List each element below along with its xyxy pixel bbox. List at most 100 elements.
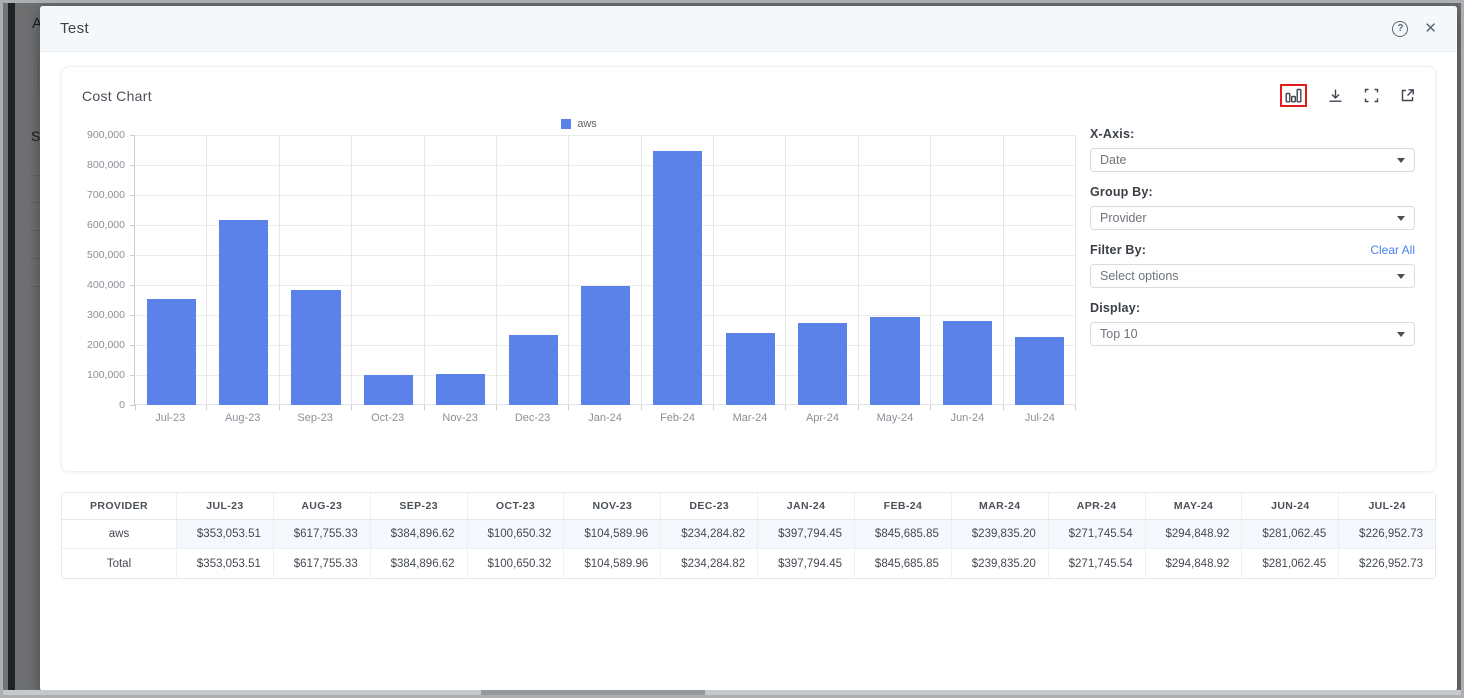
cost-value-cell: $234,284.82 <box>661 549 758 578</box>
fullscreen-icon <box>1364 88 1379 103</box>
table-column-header: JUL-23 <box>177 493 274 520</box>
help-icon: ? <box>1392 21 1408 37</box>
cost-value-cell: $281,062.45 <box>1242 520 1339 549</box>
x-tick-mark <box>713 405 714 410</box>
horizontal-scrollbar-thumb[interactable] <box>481 690 705 695</box>
bar-slot <box>497 135 569 405</box>
x-tick-label: Sep-23 <box>279 412 351 424</box>
cost-value-cell: $353,053.51 <box>177 520 274 549</box>
provider-cell: Total <box>62 549 177 578</box>
dialog-header: Test ? ✕ <box>40 6 1457 52</box>
display-label: Display: <box>1090 301 1140 315</box>
chart-toolbar <box>1280 84 1415 107</box>
table-header-row: PROVIDERJUL-23AUG-23SEP-23OCT-23NOV-23DE… <box>62 493 1435 520</box>
table-row: aws$353,053.51$617,755.33$384,896.62$100… <box>62 520 1435 549</box>
x-tick-mark <box>351 405 352 410</box>
x-axis-label: X-Axis: <box>1090 127 1134 141</box>
bar-slot <box>931 135 1003 405</box>
y-tick-label: 200,000 <box>87 339 125 351</box>
bar-aug-23[interactable] <box>219 220 268 405</box>
bar-jan-24[interactable] <box>581 286 630 405</box>
bar-slot <box>207 135 279 405</box>
cost-chart-card: Cost Chart <box>61 66 1436 472</box>
bar-jun-24[interactable] <box>943 321 992 405</box>
cost-value-cell: $294,848.92 <box>1146 520 1243 549</box>
x-tick-label: Aug-23 <box>206 412 278 424</box>
x-tick-mark <box>135 405 136 410</box>
x-axis-labels: Jul-23Aug-23Sep-23Oct-23Nov-23Dec-23Jan-… <box>134 405 1076 424</box>
cost-value-cell: $234,284.82 <box>661 520 758 549</box>
bar-slot <box>859 135 931 405</box>
x-tick-mark <box>785 405 786 410</box>
bar-jul-24[interactable] <box>1015 337 1064 405</box>
bar-feb-24[interactable] <box>653 151 702 405</box>
cost-value-cell: $397,794.45 <box>758 549 855 578</box>
y-tick-label: 100,000 <box>87 369 125 381</box>
bar-nov-23[interactable] <box>436 374 485 405</box>
bar-slot <box>642 135 714 405</box>
y-axis-labels: 0100,000200,000300,000400,000500,000600,… <box>82 135 134 405</box>
clear-all-link[interactable]: Clear All <box>1370 243 1415 257</box>
x-tick-label: Jun-24 <box>931 412 1003 424</box>
table-column-header: JUN-24 <box>1242 493 1339 520</box>
bar-apr-24[interactable] <box>798 323 847 405</box>
x-tick-mark <box>1075 405 1076 410</box>
bar-slot <box>569 135 641 405</box>
display-select[interactable]: Top 10 <box>1090 322 1415 346</box>
chevron-down-icon <box>1397 158 1405 163</box>
chevron-down-icon <box>1397 332 1405 337</box>
x-tick-mark <box>641 405 642 410</box>
x-tick-label: Jan-24 <box>569 412 641 424</box>
open-external-button[interactable] <box>1400 88 1415 103</box>
bar-jul-23[interactable] <box>147 299 196 405</box>
bar-may-24[interactable] <box>870 317 919 405</box>
filter-by-label: Filter By: <box>1090 243 1146 257</box>
x-tick-label: Dec-23 <box>496 412 568 424</box>
x-axis-select[interactable]: Date <box>1090 148 1415 172</box>
bar-chart-type-button[interactable] <box>1285 88 1302 103</box>
dialog-body: Cost Chart <box>40 52 1457 691</box>
x-tick-label: Jul-24 <box>1004 412 1076 424</box>
bar-slot <box>280 135 352 405</box>
bar-chart-icon <box>1285 88 1302 103</box>
dialog-title: Test <box>60 20 89 37</box>
cost-value-cell: $271,745.54 <box>1049 520 1146 549</box>
bar-slot <box>352 135 424 405</box>
cost-value-cell: $271,745.54 <box>1049 549 1146 578</box>
cost-value-cell: $226,952.73 <box>1339 549 1435 578</box>
cost-value-cell: $353,053.51 <box>177 549 274 578</box>
y-tick-label: 700,000 <box>87 189 125 201</box>
table-body: aws$353,053.51$617,755.33$384,896.62$100… <box>62 520 1435 578</box>
bar-oct-23[interactable] <box>364 375 413 405</box>
chart-card-header: Cost Chart <box>82 84 1415 107</box>
close-button[interactable]: ✕ <box>1424 21 1437 36</box>
bar-chart: aws 0100,000200,000300,000400,000500,000… <box>82 113 1090 424</box>
bar-slot <box>1004 135 1076 405</box>
bar-slot <box>425 135 497 405</box>
bar-slot <box>135 135 207 405</box>
download-button[interactable] <box>1328 88 1343 103</box>
fullscreen-button[interactable] <box>1364 88 1379 103</box>
chart-type-highlight-box <box>1280 84 1307 107</box>
cost-value-cell: $845,685.85 <box>855 520 952 549</box>
y-tick-label: 400,000 <box>87 279 125 291</box>
y-tick-label: 0 <box>119 399 125 411</box>
filter-by-select[interactable]: Select options <box>1090 264 1415 288</box>
bar-mar-24[interactable] <box>726 333 775 405</box>
cost-value-cell: $617,755.33 <box>274 520 371 549</box>
provider-cell: aws <box>62 520 177 549</box>
help-button[interactable]: ? <box>1392 21 1408 37</box>
bar-slot <box>786 135 858 405</box>
bar-dec-23[interactable] <box>509 335 558 405</box>
table-column-header: FEB-24 <box>855 493 952 520</box>
horizontal-scrollbar-track[interactable] <box>3 690 1461 695</box>
x-tick-label: Oct-23 <box>351 412 423 424</box>
chart-controls-panel: X-Axis: Date Group By: <box>1090 113 1415 424</box>
x-tick-label: Mar-24 <box>714 412 786 424</box>
bar-sep-23[interactable] <box>291 290 340 405</box>
cost-value-cell: $281,062.45 <box>1242 549 1339 578</box>
x-tick-label: Apr-24 <box>786 412 858 424</box>
cost-value-cell: $100,650.32 <box>468 549 565 578</box>
group-by-select[interactable]: Provider <box>1090 206 1415 230</box>
cost-value-cell: $100,650.32 <box>468 520 565 549</box>
